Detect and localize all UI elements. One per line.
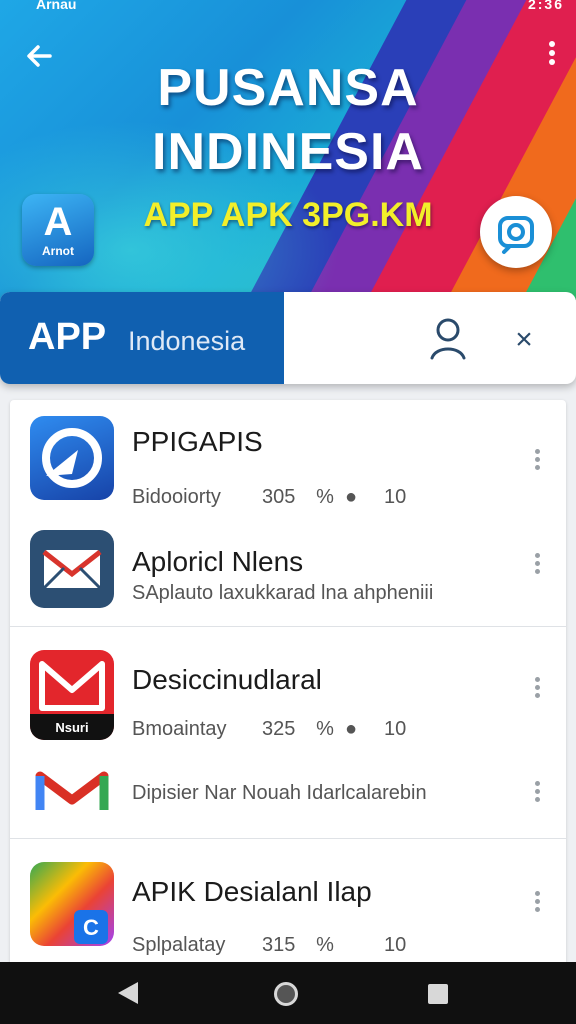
link-icon: %: [316, 486, 334, 508]
app-title: Desiccinudlaral: [132, 664, 322, 695]
app-count: 10: [384, 718, 407, 740]
app-category: Bmoaintay: [132, 718, 227, 740]
app-description: SAplauto laxukkarad lna ahpheniii: [132, 582, 434, 604]
app-meta: Bidooiorty 305% ● 10: [132, 486, 406, 509]
app-count: 10: [384, 934, 407, 956]
app-description: Dipisier Nar Nouah Idarlcalarebin: [132, 782, 427, 804]
nav-back-icon[interactable]: [118, 982, 138, 1004]
search-app-label: APP: [28, 316, 107, 358]
app-list: PPIGAPIS Bidooiorty 305% ● 10 Aploricl Nlen…: [10, 400, 566, 980]
search-bar[interactable]: APP Indonesia ×: [0, 292, 576, 384]
divider: [10, 838, 566, 839]
app-logo-label: Arnot: [42, 244, 74, 258]
header-banner: Arnau 2:36 PUSANSA INDINESIA APP APK 3PG…: [0, 0, 576, 300]
app-title: APIK Desialanl Ilap: [132, 876, 372, 907]
app-size: 325: [262, 718, 296, 740]
app-logo: A Arnot: [22, 194, 94, 266]
status-left-text: Arnau: [36, 0, 77, 12]
search-bar-label-area: APP Indonesia: [0, 292, 284, 384]
item-menu-icon[interactable]: [532, 888, 542, 916]
system-nav-bar: [0, 962, 576, 1024]
app-meta: Bmoaintay 325% ● 10: [132, 718, 406, 741]
app-title: PPIGAPIS: [132, 426, 263, 457]
link-icon: %: [316, 718, 334, 740]
mail-envelope-icon: [30, 530, 114, 608]
camera-fab[interactable]: [480, 196, 552, 268]
banner-title-line2: INDINESIA: [152, 123, 424, 181]
camera-icon: [498, 216, 534, 254]
status-bar: Arnau 2:36: [0, 0, 576, 14]
gmail-icon: [30, 762, 114, 822]
app-category: Splpalatay: [132, 934, 226, 956]
status-time: 2:36: [527, 0, 564, 12]
app-title: Aploricl Nlens: [132, 546, 304, 577]
link-icon: %: [316, 934, 334, 956]
comment-icon: ●: [344, 718, 358, 740]
app-meta: Splpalatay315%●10: [132, 934, 406, 957]
screen: Arnau 2:36 PUSANSA INDINESIA APP APK 3PG…: [0, 0, 576, 1024]
comment-icon: ●: [344, 486, 358, 508]
banner-title-line1: PUSANSA: [157, 59, 419, 117]
app-blue-icon: [30, 416, 114, 500]
nav-recents-icon[interactable]: [428, 984, 448, 1004]
app-size: 305: [262, 486, 296, 508]
red-app-icon: Nsuri: [30, 650, 114, 740]
nav-home-icon[interactable]: [274, 982, 298, 1006]
divider: [10, 626, 566, 627]
colorful-app-icon: C: [30, 862, 114, 946]
item-menu-icon[interactable]: [532, 550, 542, 578]
item-menu-icon[interactable]: [532, 446, 542, 474]
search-region-label: Indonesia: [128, 326, 246, 356]
user-icon[interactable]: [426, 314, 470, 364]
app-size: 315: [262, 934, 296, 956]
app-count: 10: [384, 486, 407, 508]
app-category: Bidooiorty: [132, 486, 221, 508]
svg-text:C: C: [83, 915, 99, 940]
item-menu-icon[interactable]: [532, 674, 542, 702]
item-menu-icon[interactable]: [532, 778, 542, 806]
close-icon[interactable]: ×: [506, 322, 542, 358]
svg-text:Nsuri: Nsuri: [55, 720, 88, 735]
